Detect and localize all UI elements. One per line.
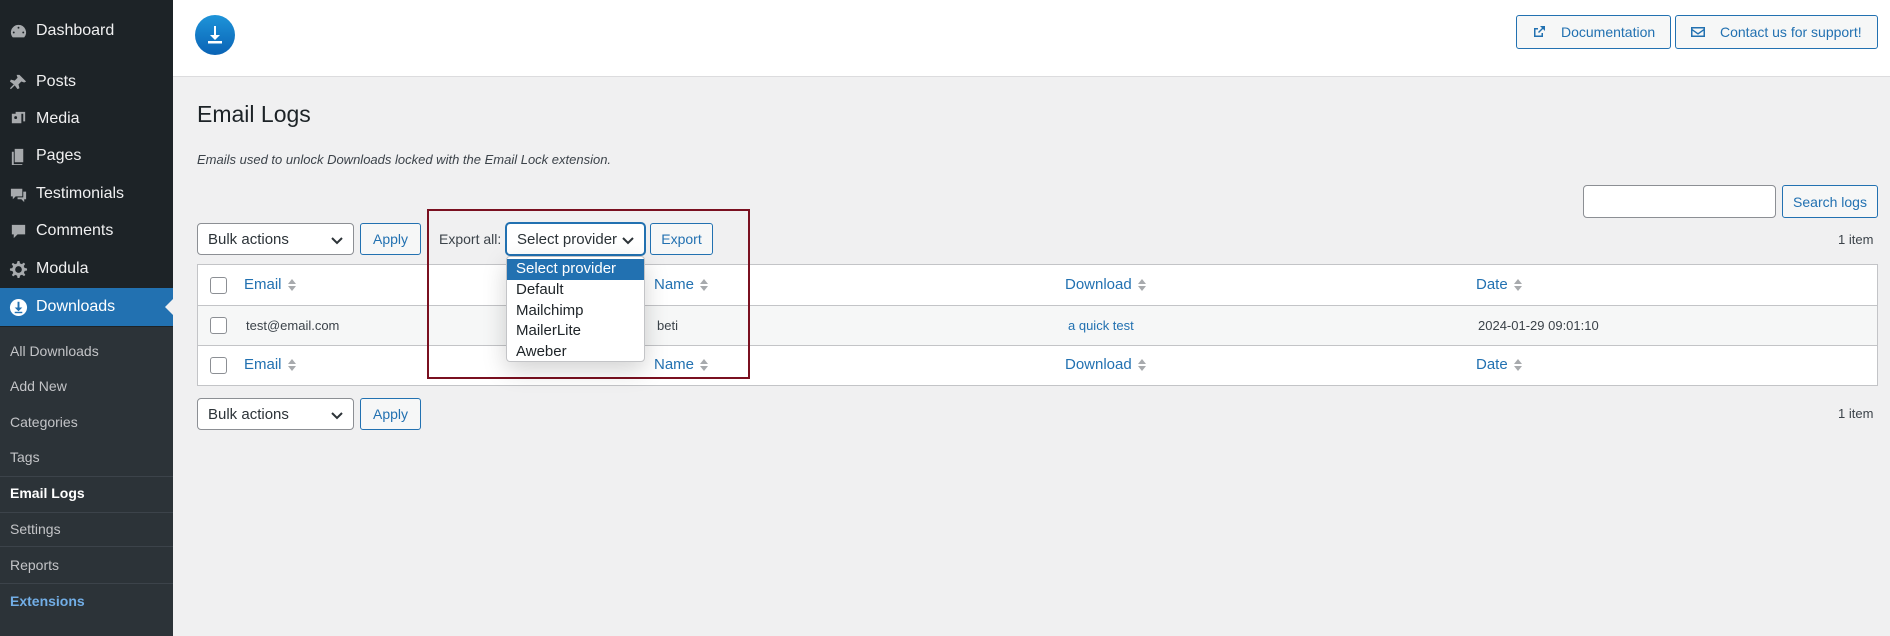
menu-item-posts[interactable]: Posts bbox=[0, 63, 173, 101]
menu-label: Modula bbox=[36, 260, 89, 277]
menu-item-dashboard[interactable]: Dashboard bbox=[0, 12, 173, 50]
documentation-label: Documentation bbox=[1561, 24, 1656, 40]
submenu-separator bbox=[0, 476, 173, 477]
cell-date: 2024-01-29 09:01:10 bbox=[1478, 318, 1599, 333]
sort-icon bbox=[1132, 358, 1147, 372]
bulk-actions-select-top[interactable]: Bulk actions bbox=[197, 223, 354, 255]
menu-label: Media bbox=[36, 110, 80, 127]
sort-icon bbox=[1132, 278, 1147, 292]
menu-item-media[interactable]: Media bbox=[0, 100, 173, 138]
select-all-checkbox[interactable] bbox=[210, 277, 227, 294]
contact-support-label: Contact us for support! bbox=[1720, 24, 1862, 40]
menu-label: Testimonials bbox=[36, 185, 125, 202]
gear-icon bbox=[8, 259, 28, 279]
menu-label: Comments bbox=[36, 222, 114, 239]
provider-option-mailchimp[interactable]: Mailchimp bbox=[507, 301, 644, 322]
dashboard-icon bbox=[8, 21, 28, 41]
sort-icon bbox=[282, 278, 297, 292]
menu-label: Posts bbox=[36, 73, 77, 90]
column-label: Date bbox=[1476, 276, 1508, 293]
submenu-reports[interactable]: Reports bbox=[10, 555, 59, 575]
column-label: Download bbox=[1065, 276, 1132, 293]
column-label: Email bbox=[244, 356, 282, 373]
menu-item-modula[interactable]: Modula bbox=[0, 250, 173, 288]
cell-email: test@email.com bbox=[246, 318, 340, 333]
apply-button-bottom[interactable]: Apply bbox=[360, 398, 421, 430]
pages-icon bbox=[8, 146, 28, 166]
plugin-logo bbox=[195, 15, 235, 55]
item-count-top: 1 item bbox=[1838, 232, 1874, 247]
search-logs-button[interactable]: Search logs bbox=[1782, 185, 1878, 218]
active-indicator bbox=[165, 299, 173, 315]
menu-item-downloads[interactable]: Downloads bbox=[0, 288, 173, 326]
sort-icon bbox=[1508, 278, 1523, 292]
menu-item-testimonials[interactable]: Testimonials bbox=[0, 175, 173, 213]
column-download[interactable]: Download bbox=[1065, 276, 1147, 293]
submenu-add-new[interactable]: Add New bbox=[10, 376, 67, 396]
column-email-footer[interactable]: Email bbox=[244, 356, 297, 373]
row-checkbox[interactable] bbox=[210, 317, 227, 334]
submenu-extensions[interactable]: Extensions bbox=[10, 591, 85, 611]
sort-icon bbox=[282, 358, 297, 372]
chevron-down-icon bbox=[330, 408, 344, 422]
column-label: Date bbox=[1476, 356, 1508, 373]
submenu-settings[interactable]: Settings bbox=[10, 519, 61, 539]
contact-support-button[interactable]: Contact us for support! bbox=[1675, 15, 1878, 49]
envelope-icon bbox=[1691, 27, 1705, 37]
bulk-actions-value: Bulk actions bbox=[208, 405, 289, 423]
menu-label: Downloads bbox=[36, 298, 116, 315]
apply-button-top[interactable]: Apply bbox=[360, 223, 421, 255]
provider-option-mailerlite[interactable]: MailerLite bbox=[507, 321, 644, 342]
testimonials-icon bbox=[8, 184, 28, 204]
column-email[interactable]: Email bbox=[244, 276, 297, 293]
downloads-submenu: All Downloads Add New Categories Tags Em… bbox=[0, 327, 173, 636]
pin-icon bbox=[8, 72, 28, 92]
provider-dropdown-list: Select provider Default Mailchimp Mailer… bbox=[506, 256, 645, 362]
external-link-icon bbox=[1534, 26, 1545, 37]
page-title: Email Logs bbox=[197, 101, 311, 127]
download-icon bbox=[208, 26, 222, 44]
comment-icon bbox=[8, 221, 28, 241]
menu-label: Pages bbox=[36, 147, 82, 164]
submenu-separator bbox=[0, 512, 173, 513]
select-all-checkbox-bottom[interactable] bbox=[210, 357, 227, 374]
media-icon bbox=[8, 109, 28, 129]
column-label: Email bbox=[244, 276, 282, 293]
sort-icon bbox=[1508, 358, 1523, 372]
provider-option-default[interactable]: Default bbox=[507, 280, 644, 301]
chevron-down-icon bbox=[330, 233, 344, 247]
menu-label: Dashboard bbox=[36, 22, 115, 39]
submenu-all-downloads[interactable]: All Downloads bbox=[10, 341, 99, 361]
submenu-separator bbox=[0, 546, 173, 547]
menu-item-comments[interactable]: Comments bbox=[0, 212, 173, 250]
column-date[interactable]: Date bbox=[1476, 276, 1523, 293]
submenu-tags[interactable]: Tags bbox=[10, 447, 40, 467]
cell-download-link[interactable]: a quick test bbox=[1068, 318, 1134, 333]
column-label: Download bbox=[1065, 356, 1132, 373]
submenu-categories[interactable]: Categories bbox=[10, 412, 78, 432]
download-icon bbox=[8, 297, 28, 317]
search-input[interactable] bbox=[1583, 185, 1776, 218]
submenu-email-logs[interactable]: Email Logs bbox=[10, 483, 85, 503]
bulk-actions-value: Bulk actions bbox=[208, 230, 289, 248]
bulk-actions-select-bottom[interactable]: Bulk actions bbox=[197, 398, 354, 430]
menu-item-pages[interactable]: Pages bbox=[0, 137, 173, 175]
submenu-separator bbox=[0, 583, 173, 584]
provider-option-select[interactable]: Select provider bbox=[507, 259, 644, 280]
page-description: Emails used to unlock Downloads locked w… bbox=[197, 152, 612, 167]
column-download-footer[interactable]: Download bbox=[1065, 356, 1147, 373]
admin-sidebar: Dashboard Posts Media Pages Testimonials… bbox=[0, 0, 173, 636]
documentation-button[interactable]: Documentation bbox=[1516, 15, 1671, 49]
column-date-footer[interactable]: Date bbox=[1476, 356, 1523, 373]
provider-option-aweber[interactable]: Aweber bbox=[507, 342, 644, 363]
item-count-bottom: 1 item bbox=[1838, 406, 1874, 421]
